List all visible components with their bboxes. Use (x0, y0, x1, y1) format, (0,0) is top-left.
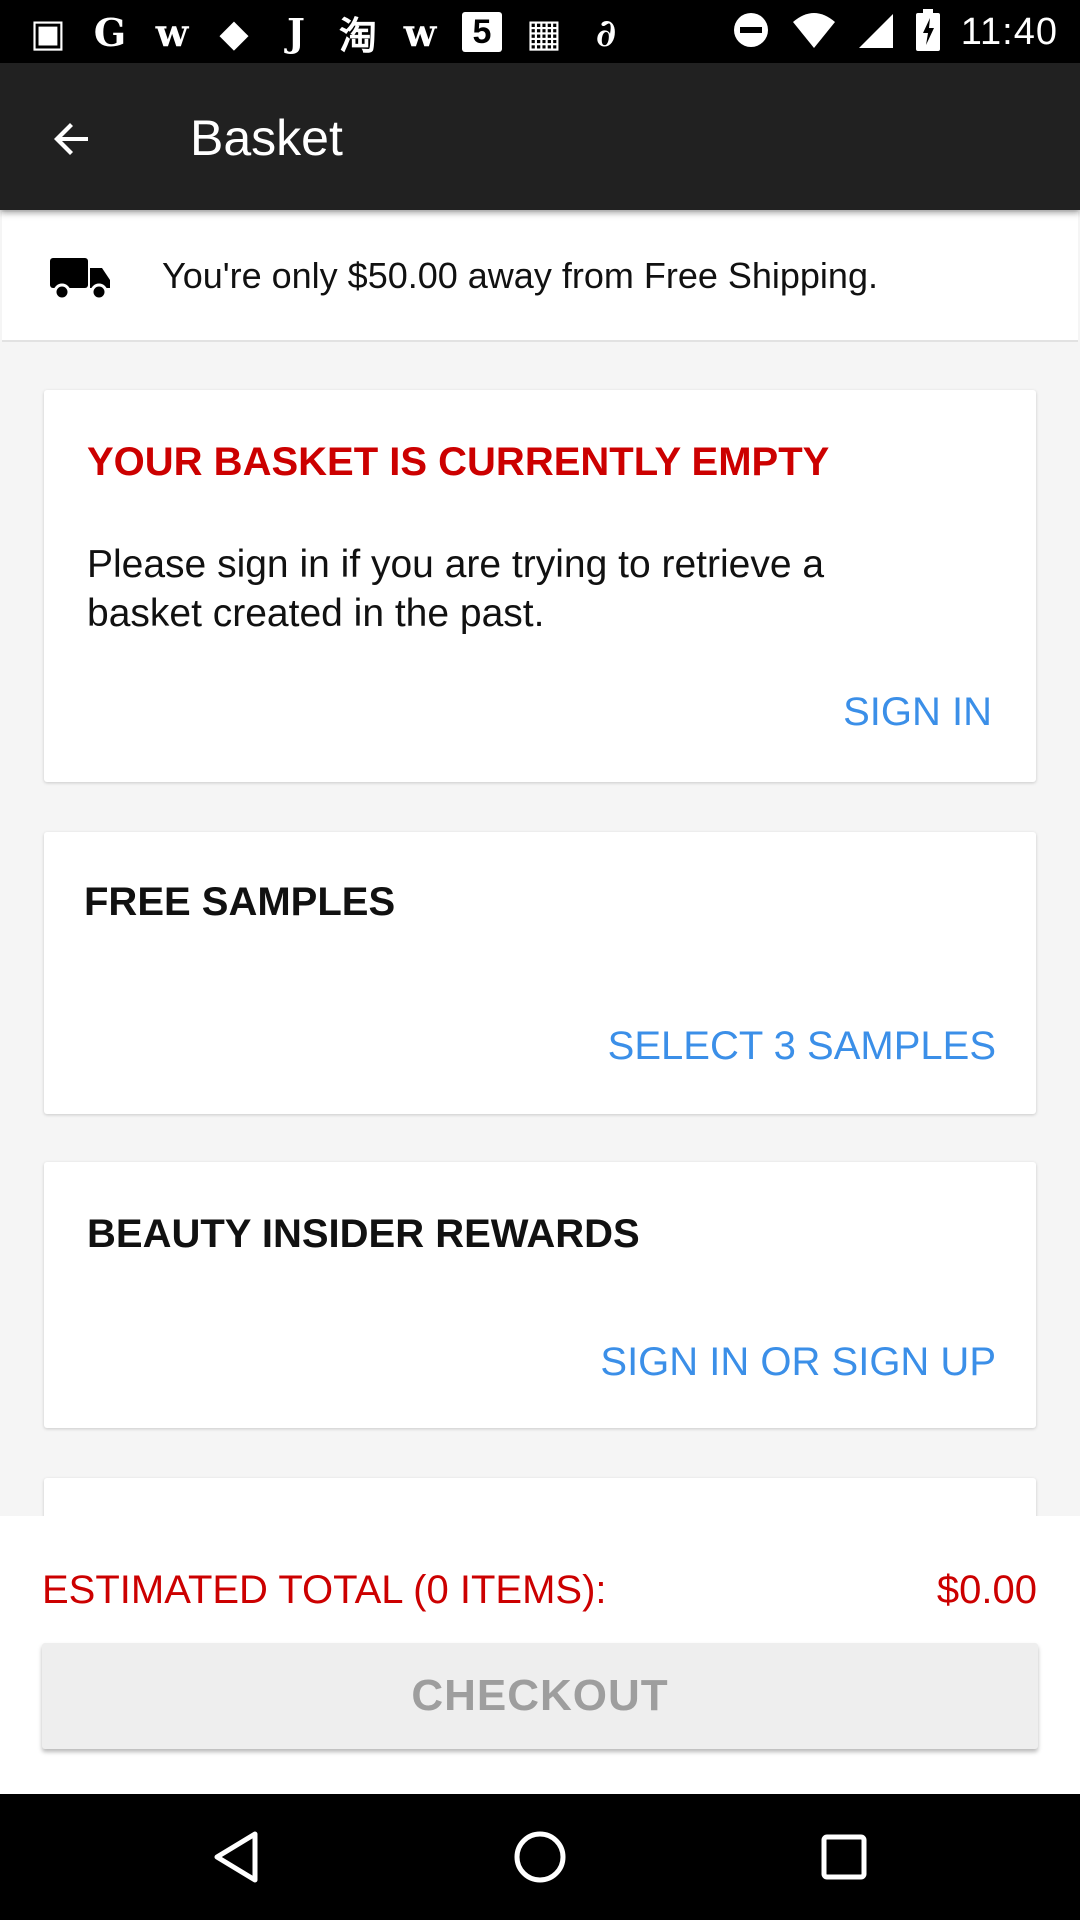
sign-in-or-sign-up-button[interactable]: SIGN IN OR SIGN UP (600, 1338, 996, 1386)
w-app-icon-2: w (403, 9, 437, 55)
estimated-total-label: ESTIMATED TOTAL (0 ITEMS): (42, 1568, 607, 1612)
checkout-panel: ESTIMATED TOTAL (0 ITEMS): $0.00 CHECKOU… (0, 1516, 1080, 1794)
checkout-button[interactable]: CHECKOUT (42, 1643, 1038, 1749)
taobao-icon: 淘 (338, 12, 377, 58)
nav-back-button[interactable] (204, 1825, 268, 1889)
rewards-heading: BEAUTY INSIDER REWARDS (87, 1212, 640, 1256)
empty-basket-heading: YOUR BASKET IS CURRENTLY EMPTY (87, 440, 830, 484)
sign-in-button[interactable]: SIGN IN (843, 688, 992, 736)
status-bar: ▣ Gw ◆ J 淘 w 5 ▦ ∂ 11:40 (0, 0, 1080, 63)
square-recents-icon (821, 1834, 867, 1880)
page-title: Basket (190, 110, 343, 166)
estimated-total-value: $0.00 (936, 1568, 1037, 1612)
free-samples-heading: FREE SAMPLES (84, 880, 396, 924)
clock: 11:40 (960, 10, 1058, 53)
do-not-disturb-icon (731, 10, 771, 55)
w-app-icon: w (155, 9, 189, 55)
back-button[interactable] (34, 101, 110, 177)
shipping-message: You're only $50.00 away from Free Shippi… (162, 255, 878, 296)
nav-recents-button[interactable] (812, 1825, 876, 1889)
notification-icons: ▣ Gw ◆ J 淘 w 5 ▦ ∂ (28, 8, 626, 58)
status-indicators: 11:40 (731, 6, 1058, 58)
j-app-icon: J (287, 9, 305, 55)
nav-home-button[interactable] (508, 1825, 572, 1889)
grid-app-icon: ▦ (526, 9, 562, 55)
link-icon: ∂ (595, 9, 617, 55)
arrow-back-icon (54, 123, 88, 155)
cell-signal-icon (857, 10, 895, 55)
triangle-back-icon (214, 1831, 258, 1883)
truck-icon (50, 258, 110, 301)
battery-charging-icon (915, 8, 941, 56)
app-toolbar: Basket (0, 63, 1080, 210)
select-samples-button[interactable]: SELECT 3 SAMPLES (608, 1022, 996, 1070)
google-icon: G (93, 9, 127, 55)
empty-basket-card: YOUR BASKET IS CURRENTLY EMPTY Please si… (44, 390, 1036, 782)
app-screen: ▣ Gw ◆ J 淘 w 5 ▦ ∂ 11:40 Basket You're o… (0, 0, 1080, 1920)
empty-basket-message: Please sign in if you are trying to retr… (87, 543, 825, 635)
five-app-icon: 5 (462, 12, 502, 52)
tag-icon: ◆ (219, 9, 249, 55)
circle-home-icon (514, 1831, 566, 1883)
system-navigation-bar (0, 1794, 1080, 1920)
beauty-insider-rewards-card: BEAUTY INSIDER REWARDS SIGN IN OR SIGN U… (44, 1162, 1036, 1428)
free-shipping-banner: You're only $50.00 away from Free Shippi… (2, 212, 1078, 342)
wifi-icon (791, 10, 837, 55)
free-samples-card: FREE SAMPLES SELECT 3 SAMPLES (44, 832, 1036, 1114)
news-icon: ▣ (30, 9, 66, 55)
